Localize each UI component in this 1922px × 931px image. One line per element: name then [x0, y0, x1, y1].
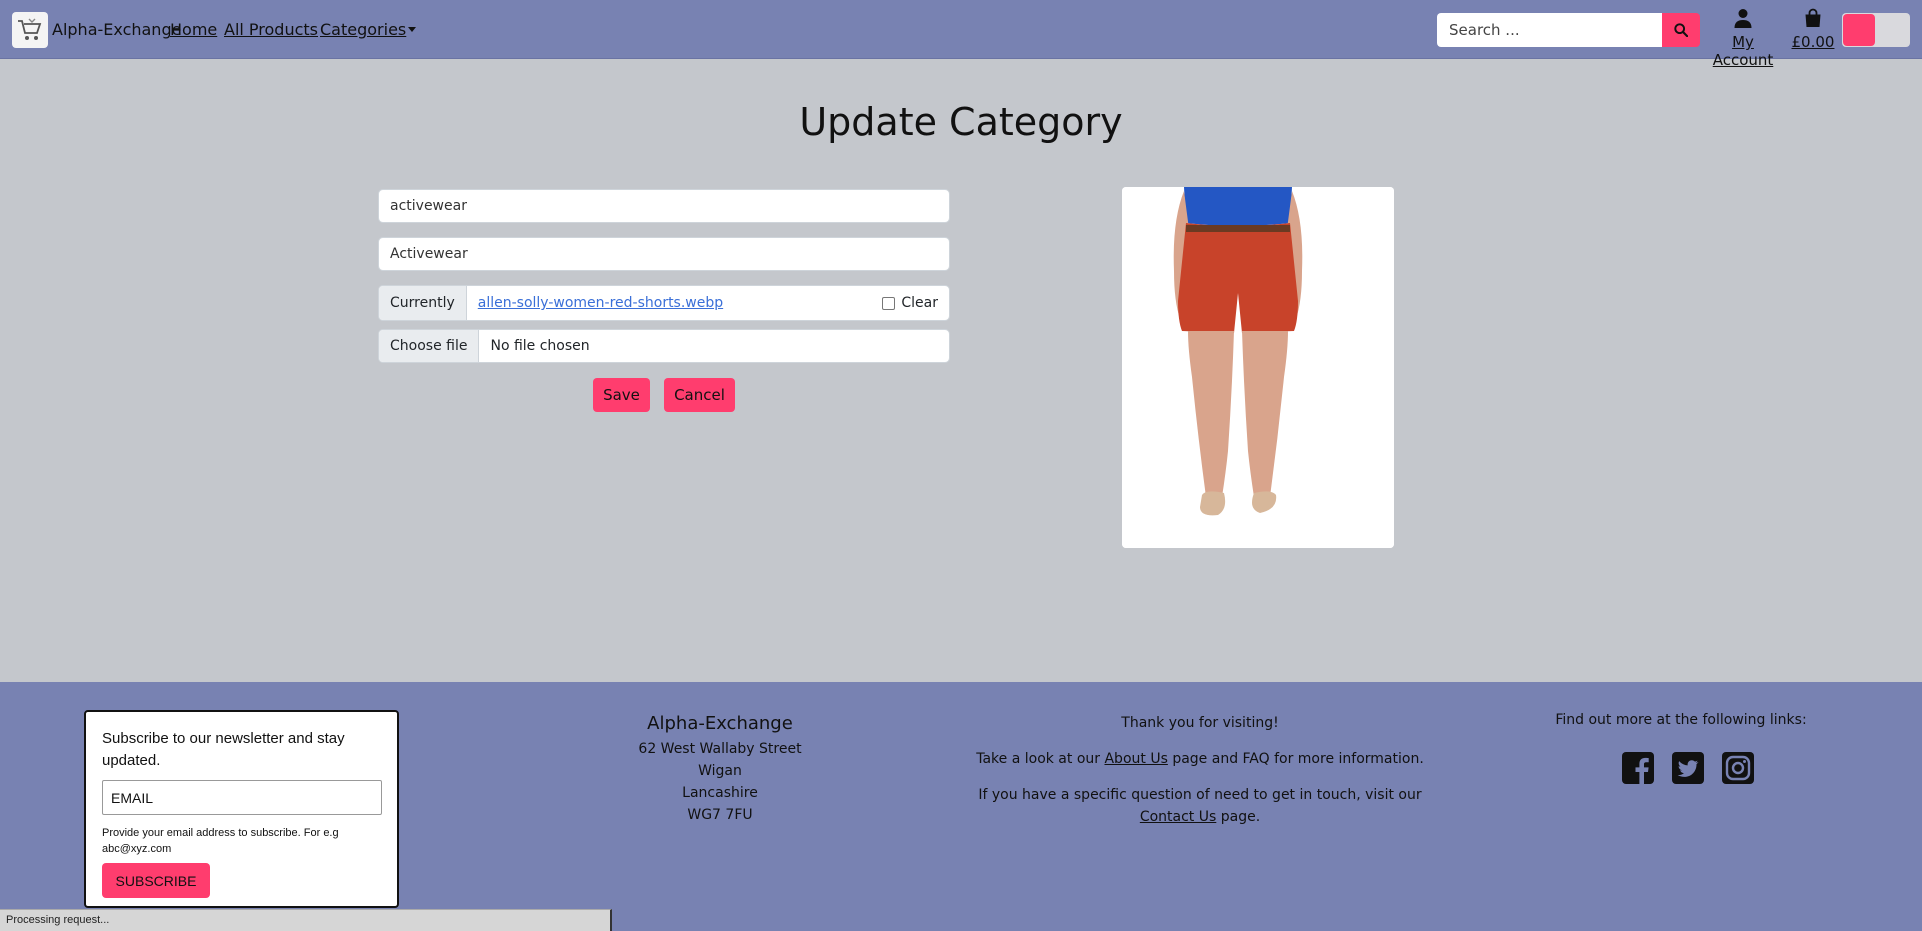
red-shorts-image: [1122, 187, 1394, 548]
newsletter-intro: Subscribe to our newsletter and stay upd…: [102, 730, 345, 769]
cancel-button[interactable]: Cancel: [664, 378, 735, 412]
subscribe-button[interactable]: SUBSCRIBE: [102, 863, 210, 898]
footer-company-name: Alpha-Exchange: [647, 713, 793, 734]
current-image-link[interactable]: allen-solly-women-red-shorts.webp: [467, 286, 883, 320]
choose-file-button[interactable]: Choose file: [379, 330, 480, 362]
search-icon: [1674, 23, 1688, 37]
footer-address: Alpha-Exchange 62 West Wallaby Street Wi…: [600, 712, 840, 826]
friendly-name-field[interactable]: [378, 237, 950, 271]
shopping-bag-icon: [1805, 8, 1821, 27]
cart-logo-icon: [18, 18, 42, 40]
search-button[interactable]: [1662, 13, 1700, 47]
instagram-icon[interactable]: [1721, 751, 1755, 785]
newsletter-box: Subscribe to our newsletter and stay upd…: [84, 710, 399, 908]
my-account-label: My Account: [1712, 33, 1774, 69]
address-line: 62 West Wallaby Street: [638, 741, 802, 757]
about-text: Take a look at our About Us page and FAQ…: [960, 748, 1440, 770]
logo[interactable]: [12, 12, 48, 48]
currently-label: Currently: [379, 286, 467, 320]
current-image-group: Currently allen-solly-women-red-shorts.w…: [378, 285, 950, 321]
twitter-icon[interactable]: [1671, 751, 1705, 785]
footer-info: Thank you for visiting! Take a look at o…: [960, 712, 1440, 842]
address-line: Wigan: [698, 763, 742, 779]
contact-us-link[interactable]: Contact Us: [1140, 809, 1216, 825]
facebook-icon[interactable]: [1621, 751, 1655, 785]
newsletter-hint: Provide your email address to subscribe.…: [102, 827, 339, 855]
contact-post: page.: [1216, 809, 1261, 825]
clear-checkbox-wrap[interactable]: Clear: [882, 286, 949, 320]
bag-total: £0.00: [1791, 33, 1835, 51]
links-heading: Find out more at the following links:: [1555, 712, 1807, 728]
category-name-field[interactable]: [378, 189, 950, 223]
clear-checkbox[interactable]: [882, 296, 896, 310]
about-pre: Take a look at our: [976, 751, 1105, 767]
about-us-link[interactable]: About Us: [1104, 751, 1167, 767]
save-button[interactable]: Save: [593, 378, 650, 412]
my-account-link[interactable]: My Account: [1702, 8, 1784, 69]
nav-home[interactable]: Home: [170, 20, 217, 39]
shopping-bag-link[interactable]: £0.00: [1790, 8, 1836, 51]
address-line: Lancashire: [682, 785, 758, 801]
user-icon: [1734, 9, 1752, 28]
newsletter-email-input[interactable]: [102, 780, 382, 815]
category-image-preview: [1122, 187, 1394, 548]
navbar: Alpha-Exchange Home All Products Categor…: [0, 0, 1922, 69]
nav-categories-label: Categories: [320, 20, 407, 39]
toggle-knob: [1843, 14, 1875, 46]
contact-pre: If you have a specific question of need …: [978, 787, 1422, 803]
browser-status-bar: Processing request...: [0, 909, 612, 931]
theme-toggle[interactable]: [1842, 13, 1910, 47]
no-file-label: No file chosen: [490, 338, 590, 354]
about-post: page and FAQ for more information.: [1167, 751, 1424, 767]
file-input-group[interactable]: Choose file No file chosen: [378, 329, 950, 363]
nav-all-products[interactable]: All Products: [224, 20, 318, 39]
clear-label: Clear: [901, 295, 938, 311]
contact-text: If you have a specific question of need …: [960, 784, 1440, 828]
thanks-text: Thank you for visiting!: [1121, 715, 1279, 731]
brand-name[interactable]: Alpha-Exchange: [52, 20, 181, 39]
page-title: Update Category: [799, 100, 1123, 144]
nav-categories[interactable]: Categories: [320, 20, 417, 39]
address-line: WG7 7FU: [687, 807, 753, 823]
caret-down-icon: [408, 27, 417, 32]
search-input[interactable]: [1437, 13, 1663, 47]
